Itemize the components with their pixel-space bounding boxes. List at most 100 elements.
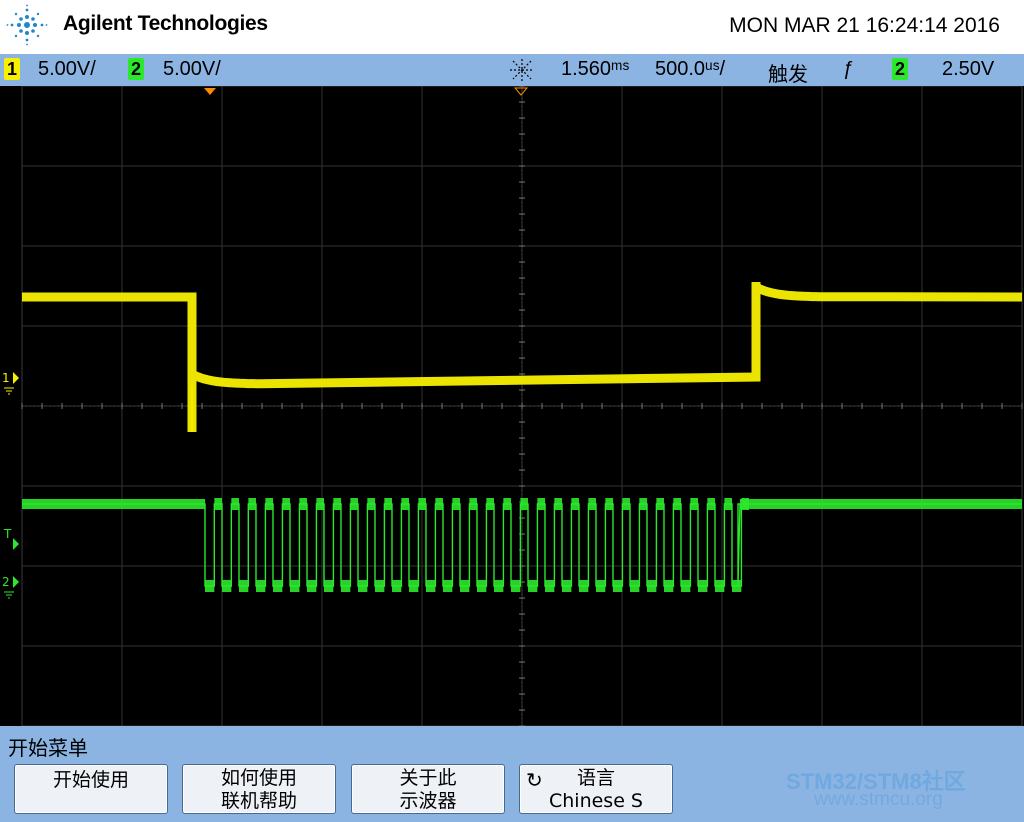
ch2-trace-low-segment <box>664 580 674 592</box>
channel-markers: 1 T 2 <box>2 87 529 599</box>
ch2-trace-high-segment <box>673 498 681 510</box>
ch2-ground-icon <box>4 591 14 599</box>
date-time: MON MAR 21 16:24:14 2016 <box>729 14 1000 37</box>
ch2-trace-low-segment <box>239 580 249 592</box>
ch2-trace-high-segment <box>707 498 715 510</box>
trigger-delay-marker-icon <box>204 88 216 95</box>
ch2-trace-high-segment <box>741 498 749 510</box>
softkey-value: Chinese S <box>548 790 643 812</box>
ch2-trace-high-segment <box>452 498 460 510</box>
ch2-trace-high-segment <box>333 498 341 510</box>
softkey-menu-bar: 开始菜单 开始使用 如何使用 联机帮助 关于此 示波器 ↻ 语言 Chinese… <box>0 726 1024 822</box>
softkey-label: 示波器 <box>399 790 457 812</box>
ch2-trace-high-segment <box>469 498 477 510</box>
ch2-trace-high-segment <box>435 498 443 510</box>
ch2-trace-low-segment <box>426 580 436 592</box>
rotate-icon: ↻ <box>526 768 543 792</box>
ch2-trace-high-segment <box>299 498 307 510</box>
ch2-trace-high-segment <box>350 498 358 510</box>
ch2-trace-high-segment <box>554 498 562 510</box>
softkey-label: 如何使用 <box>220 767 297 789</box>
ch2-trace-low-segment <box>307 580 317 592</box>
ch2-trace-low-segment <box>290 580 300 592</box>
trigger-label: 触发 <box>768 64 808 86</box>
status-bar: 1 5.00V/ 2 5.00V/ 1.560ᵐˢ 500.0ᵘˢ/ 触发 ƒ … <box>0 54 1024 86</box>
ch2-trace-high-segment <box>214 498 222 510</box>
softkey-about-scope[interactable]: 关于此 示波器 <box>351 764 505 814</box>
ch2-trace-low-segment <box>562 580 572 592</box>
ch1-badge[interactable]: 1 <box>4 58 20 80</box>
brand-name: Agilent Technologies <box>63 12 268 35</box>
ch2-trace-low-segment <box>715 580 725 592</box>
watermark-url: www.stmcu.org <box>814 789 943 810</box>
trigger-level-marker: T <box>3 527 12 541</box>
ch2-trace-low-segment <box>443 580 453 592</box>
time-delay: 1.560ᵐˢ <box>561 58 630 80</box>
ch2-trace-low-segment <box>528 580 538 592</box>
ch2-trace-high-segment <box>384 498 392 510</box>
ch2-trace-high-segment <box>248 498 256 510</box>
ch2-trace-low-segment <box>579 580 589 592</box>
ch2-trace-low-segment <box>613 580 623 592</box>
ch2-trace-low-segment <box>256 580 266 592</box>
ch2-trace-low-segment <box>358 580 368 592</box>
ch2-trace-low-segment <box>341 580 351 592</box>
ch2-trace-low-segment <box>511 580 521 592</box>
softkey-online-help[interactable]: 如何使用 联机帮助 <box>182 764 336 814</box>
ch2-trace-high-segment <box>622 498 630 510</box>
ch2-ground-marker: 2 <box>2 575 10 589</box>
ch2-trace-high-segment <box>316 498 324 510</box>
ch2-badge[interactable]: 2 <box>128 58 144 80</box>
ch2-trace-high-segment <box>571 498 579 510</box>
ch2-trace-low-segment <box>545 580 555 592</box>
time-reference-marker-icon <box>513 87 529 96</box>
ch2-marker-arrow-icon <box>13 576 19 588</box>
softkey-label: 开始使用 <box>52 769 129 791</box>
waveform-display[interactable]: 1 T 2 <box>0 86 1024 726</box>
ch2-trace-high-segment <box>690 498 698 510</box>
ch2-trace-low-segment <box>698 580 708 592</box>
softkey-label: 联机帮助 <box>220 790 297 812</box>
trigger-marker-arrow-icon <box>13 538 19 550</box>
ch2-trace-high-segment <box>231 498 239 510</box>
ch2-trace-high-segment <box>520 498 528 510</box>
trigger-channel-badge[interactable]: 2 <box>892 58 908 80</box>
graticule-and-traces: 1 T 2 <box>2 86 1023 726</box>
ch2-trace-high-segment <box>724 498 732 510</box>
ch2-trace-high-segment <box>486 498 494 510</box>
ch2-trace-low-segment <box>392 580 402 592</box>
ch2-trace-high-segment <box>265 498 273 510</box>
ch2-trace-high-segment <box>656 498 664 510</box>
softkey-label: 语言 <box>576 767 615 789</box>
ch2-trace-low-segment <box>460 580 470 592</box>
ch2-trace-low-segment <box>732 580 742 592</box>
ch2-trace-low-segment <box>375 580 385 592</box>
ch2-trace-high-segment <box>537 498 545 510</box>
softkey-language[interactable]: ↻ 语言 Chinese S <box>519 764 673 814</box>
ch2-scale: 5.00V/ <box>163 58 221 80</box>
acquisition-run-icon <box>510 59 534 81</box>
ch2-trace-high-segment <box>605 498 613 510</box>
ch2-trace-low-segment <box>273 580 283 592</box>
trigger-edge-icon: ƒ <box>843 58 855 80</box>
ch1-scale: 5.00V/ <box>38 58 96 80</box>
time-scale: 500.0ᵘˢ/ <box>655 58 726 80</box>
ch2-trace-high-segment <box>367 498 375 510</box>
ch2-trace-low-segment <box>324 580 334 592</box>
ch1-ground-icon <box>4 387 14 395</box>
graticule-grid <box>21 86 1023 726</box>
ch2-trace-high-segment <box>588 498 596 510</box>
ch2-trace-high-segment <box>401 498 409 510</box>
ch2-trace-low-segment <box>205 580 215 592</box>
ch2-trace-low-segment <box>222 580 232 592</box>
ch2-trace-low-segment <box>409 580 419 592</box>
ch2-trace-high-segment <box>503 498 511 510</box>
ch2-trace-high-segment <box>639 498 647 510</box>
ch2-trace-low-segment <box>596 580 606 592</box>
ch2-trace-low-segment <box>494 580 504 592</box>
softkey-getting-started[interactable]: 开始使用 <box>14 764 168 814</box>
ch2-trace-low-segment <box>681 580 691 592</box>
ch2-trace-low-segment <box>630 580 640 592</box>
agilent-spark-logo-icon <box>6 4 48 46</box>
menu-title: 开始菜单 <box>8 736 88 760</box>
